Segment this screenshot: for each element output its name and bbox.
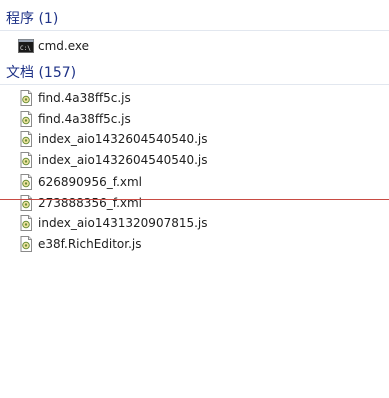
result-item-label: e38f.RichEditor.js: [38, 237, 142, 251]
xml-file-icon: [18, 174, 34, 190]
group-title-documents[interactable]: 文档 (157): [6, 63, 76, 83]
group-header-documents[interactable]: 文档 (157): [0, 60, 389, 86]
xml-file-icon: [18, 195, 34, 211]
cmd-console-icon: C:\: [18, 38, 34, 54]
group-divider: [0, 30, 389, 31]
result-item-document[interactable]: find.4a38ff5c.js: [18, 110, 348, 128]
js-file-icon: [18, 215, 34, 231]
result-item-label: cmd.exe: [38, 39, 90, 53]
group-title-programs[interactable]: 程序 (1): [6, 9, 58, 29]
result-item-label: 273888356_f.xml: [38, 196, 143, 210]
result-item-label: index_aio1432604540540.js: [38, 132, 208, 146]
result-item-document[interactable]: index_aio1431320907815.js: [18, 214, 348, 232]
result-item-document[interactable]: index_aio1432604540540.js: [18, 151, 348, 169]
result-item-document[interactable]: find.4a38ff5c.js: [18, 89, 348, 107]
js-file-icon: [18, 111, 34, 127]
result-item-document[interactable]: index_aio1432604540540.js: [18, 130, 348, 148]
group-divider: [0, 84, 389, 85]
result-item-cmd[interactable]: C:\ cmd.exe: [18, 37, 348, 55]
group-header-programs[interactable]: 程序 (1): [0, 6, 389, 32]
js-file-icon: [18, 152, 34, 168]
svg-text:C:\: C:\: [20, 45, 31, 52]
result-item-label: index_aio1432604540540.js: [38, 153, 208, 167]
js-file-icon: [18, 90, 34, 106]
result-item-label: index_aio1431320907815.js: [38, 216, 208, 230]
js-file-icon: [18, 236, 34, 252]
result-item-label: find.4a38ff5c.js: [38, 91, 131, 105]
result-item-document[interactable]: 626890956_f.xml: [18, 173, 348, 191]
result-item-document[interactable]: 273888356_f.xml: [18, 194, 348, 212]
result-item-document[interactable]: e38f.RichEditor.js: [18, 235, 348, 253]
js-file-icon: [18, 131, 34, 147]
red-guide-line: [0, 199, 389, 200]
result-item-label: 626890956_f.xml: [38, 175, 143, 189]
result-item-label: find.4a38ff5c.js: [38, 112, 131, 126]
